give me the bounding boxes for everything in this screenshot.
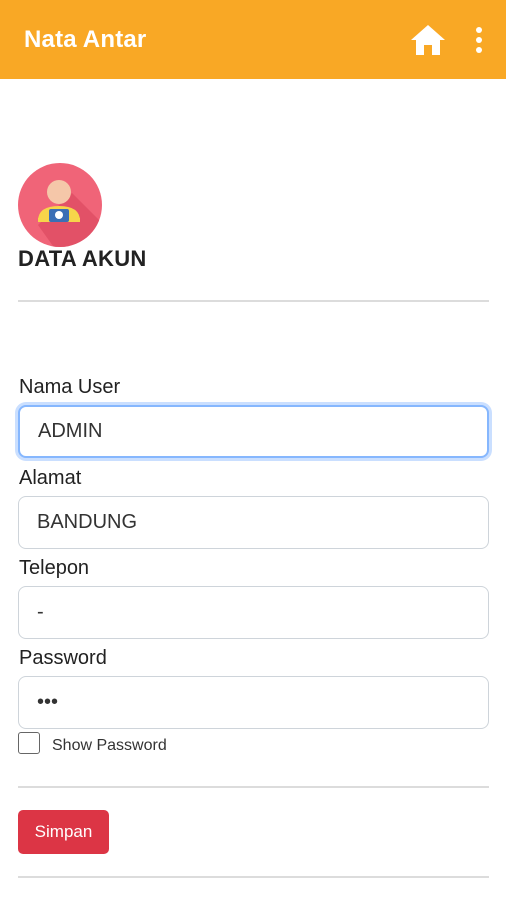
telepon-label: Telepon bbox=[19, 557, 90, 579]
telepon-input[interactable] bbox=[18, 586, 489, 639]
user-avatar-icon bbox=[18, 163, 102, 247]
alamat-label: Alamat bbox=[19, 467, 82, 489]
show-password-label: Show Password bbox=[52, 737, 167, 754]
show-password-checkbox[interactable] bbox=[18, 732, 40, 754]
section-title: DATA AKUN bbox=[18, 246, 147, 271]
show-password-toggle[interactable]: Show Password bbox=[18, 731, 167, 755]
app-bar: Nata Antar bbox=[0, 0, 506, 79]
alamat-input[interactable] bbox=[18, 496, 489, 549]
password-input[interactable] bbox=[18, 676, 489, 729]
save-button[interactable]: Simpan bbox=[18, 810, 109, 854]
divider bbox=[18, 876, 489, 878]
nama-user-input[interactable] bbox=[18, 405, 489, 458]
password-label: Password bbox=[19, 647, 107, 669]
more-vert-icon[interactable] bbox=[474, 25, 484, 55]
divider bbox=[18, 300, 489, 302]
nama-user-label: Nama User bbox=[19, 376, 121, 398]
home-icon[interactable] bbox=[408, 20, 448, 60]
app-title: Nata Antar bbox=[24, 25, 147, 53]
divider bbox=[18, 786, 489, 788]
